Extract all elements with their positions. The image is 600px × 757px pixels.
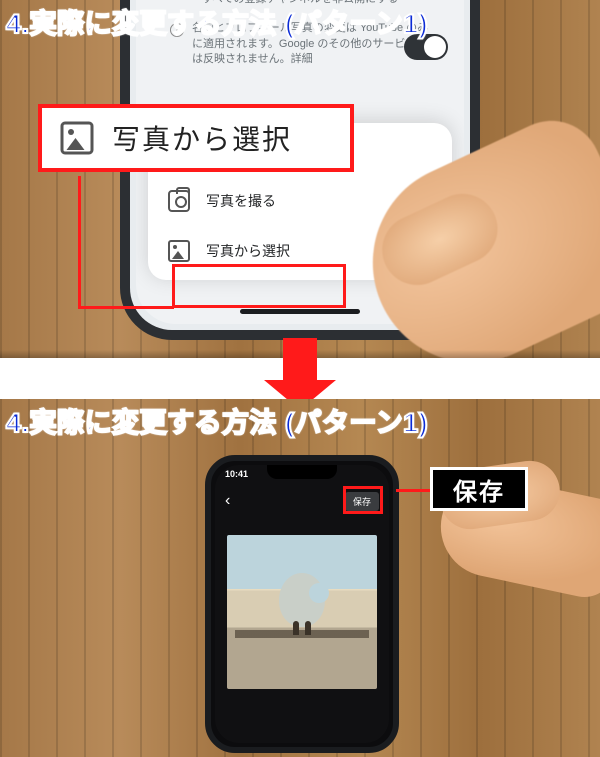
callout-choose-from-photos: 写真から選択 xyxy=(38,104,354,172)
callout-leader-line xyxy=(78,306,174,309)
flow-arrow xyxy=(0,358,600,399)
highlight-box-save xyxy=(343,486,383,514)
callout-label: 保存 xyxy=(453,472,505,507)
tutorial-step-panel-1: すべての登録チャンネルを非公開にする 名前とプロフィール写真の変更は YouTu… xyxy=(0,0,600,358)
callout-leader-line xyxy=(396,489,430,492)
back-chevron-icon[interactable]: ‹ xyxy=(225,492,230,510)
phone-mockup-2: 10:41 ‹ 保存 xyxy=(205,455,399,753)
callout-label: 写真から選択 xyxy=(112,118,292,158)
step-heading: 4.実際に変更する方法 (パターン1) xyxy=(6,2,428,41)
photo-library-icon xyxy=(61,122,94,155)
home-indicator xyxy=(240,309,360,314)
callout-save: 保存 xyxy=(430,467,528,511)
selected-photo-preview[interactable] xyxy=(227,535,377,689)
sheet-item-label: 写真を撮る xyxy=(206,191,276,211)
photo-library-icon xyxy=(168,240,190,262)
tutorial-step-panel-2: 10:41 ‹ 保存 保存 xyxy=(0,399,600,757)
callout-leader-line xyxy=(78,176,81,306)
status-time: 10:41 xyxy=(225,469,248,479)
phone-notch xyxy=(267,465,337,479)
step-heading: 4.実際に変更する方法 (パターン1) xyxy=(6,401,428,440)
sheet-item-label: 写真から選択 xyxy=(206,241,290,261)
camera-icon xyxy=(168,190,190,212)
